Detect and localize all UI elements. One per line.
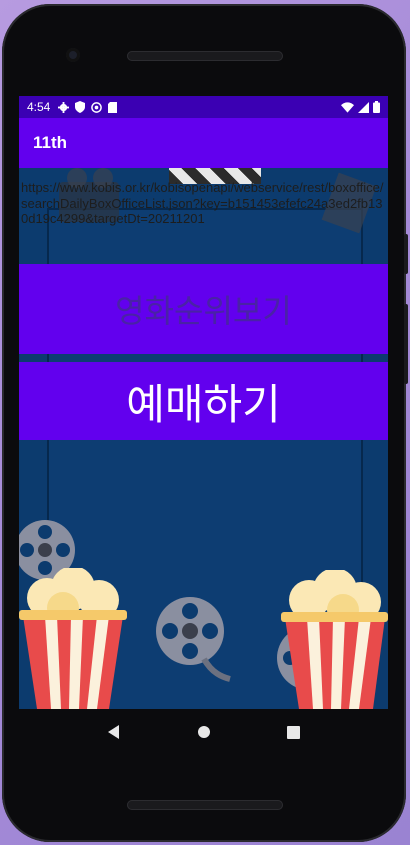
sd-card-icon (108, 101, 118, 113)
shield-icon (75, 101, 86, 113)
reserve-button[interactable]: 예매하기 (19, 362, 388, 440)
vpn-icon (91, 101, 103, 113)
app-title: 11th (33, 133, 68, 152)
main-content: https://www.kobis.or.kr/kobisopenapi/web… (19, 168, 388, 709)
device-screen: 4:54 11th https://www.kobis.or.kr/kobiso… (19, 96, 388, 709)
home-icon[interactable] (197, 725, 211, 739)
battery-icon (373, 101, 380, 113)
movie-rank-button[interactable]: 영화순위보기 (19, 264, 388, 354)
status-bar: 4:54 (19, 96, 388, 118)
navigation-bar (19, 709, 388, 755)
top-speaker (127, 51, 283, 61)
signal-icon (358, 101, 369, 113)
back-icon[interactable] (107, 725, 121, 739)
front-camera (66, 48, 80, 62)
film-reel-icon (156, 597, 231, 682)
popcorn-icon (19, 568, 127, 709)
recents-icon[interactable] (287, 725, 300, 739)
status-time: 4:54 (27, 100, 51, 114)
wifi-icon (341, 101, 354, 113)
bottom-speaker (127, 800, 283, 810)
gear-icon (58, 101, 70, 113)
app-bar: 11th (19, 118, 388, 168)
volume-button (404, 304, 408, 384)
api-url-text: https://www.kobis.or.kr/kobisopenapi/web… (21, 180, 384, 226)
popcorn-icon (281, 570, 388, 709)
power-button (404, 234, 408, 274)
